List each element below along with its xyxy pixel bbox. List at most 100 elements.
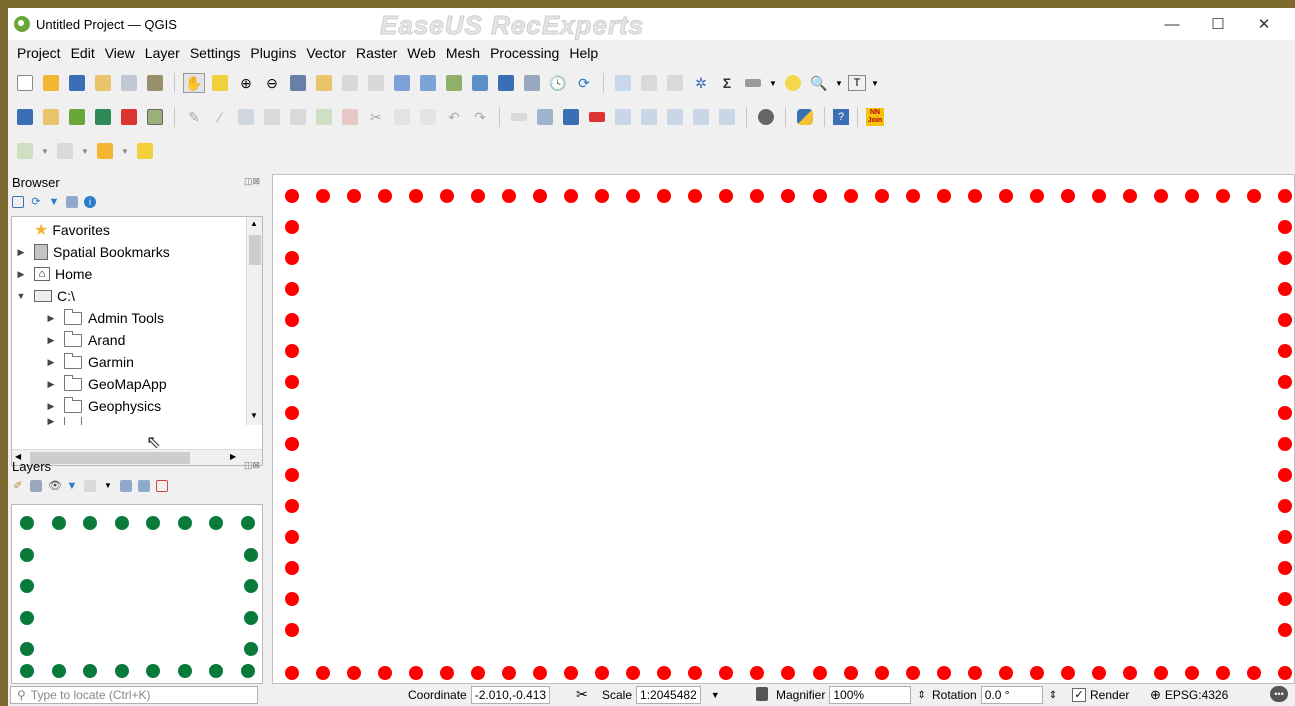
new-3d-map-icon[interactable] (469, 73, 491, 93)
scroll-up-icon[interactable]: ▲ (250, 219, 258, 228)
tree-item-folder[interactable]: ▶ Geophysics (46, 395, 161, 417)
pin-labels-icon[interactable] (534, 107, 556, 127)
spin-arrows-icon[interactable]: ⇕ (917, 690, 925, 701)
expand-arrow-icon[interactable]: ▶ (46, 313, 56, 324)
magnifier-field[interactable]: 100% (829, 686, 912, 704)
help-icon[interactable]: ? (833, 109, 849, 125)
chevron-down-icon[interactable]: ▼ (870, 73, 880, 93)
minimize-button[interactable]: — (1149, 8, 1195, 40)
new-print-layout-icon[interactable] (92, 73, 114, 93)
undo-icon[interactable]: ↶ (443, 107, 465, 127)
expand-all-icon[interactable] (120, 480, 132, 492)
new-temporary-layer-icon[interactable] (118, 107, 140, 127)
open-project-icon[interactable] (40, 73, 62, 93)
toggle-extents-icon[interactable]: ✂ (576, 686, 588, 703)
copy-features-icon[interactable] (391, 107, 413, 127)
show-hide-labels-icon[interactable] (716, 107, 738, 127)
messages-icon[interactable]: ••• (1270, 686, 1288, 702)
locator-search-input[interactable]: ⚲ Type to locate (Ctrl+K) (10, 686, 258, 704)
redo-icon[interactable]: ↷ (469, 107, 491, 127)
tree-item-drive-c[interactable]: ▼ C:\ (16, 285, 75, 307)
label-abc-icon[interactable] (560, 107, 582, 127)
chevron-down-icon[interactable]: ▼ (768, 73, 778, 93)
lock-icon[interactable] (756, 687, 768, 701)
digitize-icon[interactable] (261, 107, 283, 127)
identify-icon[interactable] (612, 73, 634, 93)
map-canvas[interactable] (272, 174, 1295, 684)
close-button[interactable]: ✕ (1241, 8, 1287, 40)
zoom-next-icon[interactable] (417, 73, 439, 93)
chevron-down-icon[interactable]: ▼ (40, 141, 50, 161)
rotate-label-icon[interactable] (664, 107, 686, 127)
refresh-icon[interactable]: ⟳ (30, 196, 42, 208)
menu-project[interactable]: Project (12, 45, 66, 61)
expand-arrow-icon[interactable]: ▶ (46, 379, 56, 390)
pan-to-selection-icon[interactable] (209, 73, 231, 93)
vertex-tool-icon[interactable] (287, 107, 309, 127)
new-project-icon[interactable] (14, 73, 36, 93)
browser-vertical-scrollbar[interactable]: ▲ ▼ (246, 217, 262, 425)
expand-arrow-icon[interactable]: ▶ (46, 357, 56, 368)
move-label-icon[interactable] (638, 107, 660, 127)
save-edits-icon[interactable] (235, 107, 257, 127)
modify-attributes-icon[interactable] (313, 107, 335, 127)
tree-item-folder[interactable]: ▶ GeoMapApp (46, 373, 167, 395)
map-tips-icon[interactable] (782, 73, 804, 93)
statistics-sum-icon[interactable]: Σ (716, 73, 738, 93)
scroll-thumb[interactable] (249, 235, 261, 265)
pan-icon[interactable]: ✋ (183, 73, 205, 93)
zoom-last-icon[interactable] (391, 73, 413, 93)
crs-label[interactable]: EPSG:4326 (1165, 688, 1228, 702)
select-location-icon[interactable] (134, 141, 156, 161)
render-checkbox[interactable]: ✓ (1072, 688, 1086, 702)
info-icon[interactable]: i (84, 196, 96, 208)
toggle-editing-icon[interactable]: ⁄ (209, 107, 231, 127)
visibility-icon[interactable]: 👁 (48, 480, 62, 492)
attribute-table-icon[interactable] (638, 73, 660, 93)
data-source-manager-icon[interactable] (14, 107, 36, 127)
new-map-view-icon[interactable] (443, 73, 465, 93)
label-toolbar-icon[interactable] (508, 107, 530, 127)
crs-group[interactable]: ⊕ EPSG:4326 (1150, 686, 1228, 704)
menu-layer[interactable]: Layer (140, 45, 185, 61)
refresh-icon[interactable]: ⟳ (573, 73, 595, 93)
cut-features-icon[interactable]: ✂ (365, 107, 387, 127)
python-console-icon[interactable] (794, 107, 816, 127)
expand-arrow-icon[interactable]: ▶ (16, 247, 26, 258)
tree-item-folder[interactable]: ▶ Admin Tools (46, 307, 164, 329)
menu-mesh[interactable]: Mesh (441, 45, 485, 61)
menu-vector[interactable]: Vector (301, 45, 351, 61)
delete-selected-icon[interactable] (339, 107, 361, 127)
rotation-field[interactable]: 0.0 ° (980, 686, 1043, 704)
search-icon[interactable]: 🔍 (808, 73, 830, 93)
tree-item-folder[interactable]: ▶ Garmin (46, 351, 134, 373)
coordinate-field[interactable]: -2.010,-0.413 (470, 686, 551, 704)
zoom-full-icon[interactable] (287, 73, 309, 93)
label-abc-red-icon[interactable] (586, 107, 608, 127)
save-project-icon[interactable] (66, 73, 88, 93)
filter-icon[interactable]: ▼ (66, 480, 78, 492)
current-edits-icon[interactable]: ✎ (183, 107, 205, 127)
new-bookmark-icon[interactable] (495, 73, 517, 93)
menu-processing[interactable]: Processing (485, 45, 564, 61)
text-annotation-icon[interactable]: T (848, 75, 866, 91)
menu-view[interactable]: View (100, 45, 140, 61)
layout-manager-icon[interactable] (118, 73, 140, 93)
tree-item-home[interactable]: ▶ ⌂ Home (16, 263, 93, 285)
menu-settings[interactable]: Settings (185, 45, 246, 61)
temporal-controller-icon[interactable]: 🕓 (547, 73, 569, 93)
new-geopackage-layer-icon[interactable] (40, 107, 62, 127)
expand-arrow-icon[interactable]: ▶ (46, 401, 56, 412)
menu-help[interactable]: Help (564, 45, 603, 61)
menu-web[interactable]: Web (402, 45, 441, 61)
scale-field[interactable]: 1:2045482 (636, 686, 701, 704)
filter-expression-icon[interactable] (84, 480, 96, 492)
zoom-to-selection-icon[interactable] (313, 73, 335, 93)
nn-join-icon[interactable]: NN Join (866, 108, 884, 126)
menu-raster[interactable]: Raster (351, 45, 402, 61)
expand-arrow-icon[interactable]: ▶ (46, 417, 56, 425)
measure-icon[interactable] (742, 73, 764, 93)
tree-item-folder[interactable]: ▶ Arand (46, 329, 125, 351)
collapse-all-icon[interactable] (138, 480, 150, 492)
menu-edit[interactable]: Edit (66, 45, 100, 61)
